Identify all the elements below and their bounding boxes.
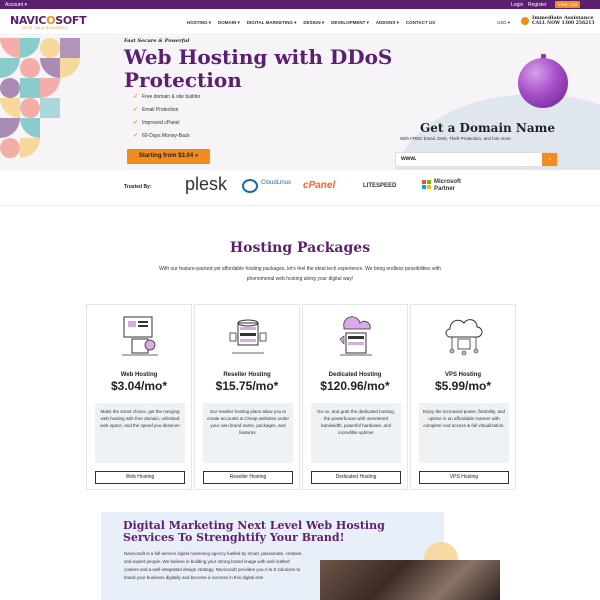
nav-contact-us[interactable]: CONTACT US (406, 20, 435, 26)
domain-search-input[interactable]: www. (395, 152, 558, 167)
marketing-title: Digital Marketing Next Level Web Hosting… (123, 519, 385, 544)
hero-kicker: Fast Secure & Powerful (124, 38, 190, 44)
check-icon: ✓ (133, 107, 139, 113)
package-price: $5.99/mo* (434, 379, 492, 393)
package-name: Dedicated Hosting (328, 372, 382, 378)
package-description: Enjoy the increased power, flexibility, … (419, 403, 509, 463)
phone-icon (521, 17, 529, 25)
vps-hosting-illustration-icon (445, 319, 483, 356)
packages-description: With our feature-packed yet affordable h… (159, 266, 441, 282)
trusted-by-label: Trusted By: (124, 184, 152, 190)
package-card-dedicated: Dedicated Hosting $120.96/mo* Go on, and… (302, 304, 408, 490)
domain-search-subtitle: With FREE Email, DNS, Theft Protection, … (400, 136, 511, 141)
package-name: Reseller Hosting (223, 372, 271, 378)
package-description: Make the smart choice, get the merging w… (95, 403, 185, 463)
trusted-by-bar: Trusted By: plesk CloudLinux cPanel LITE… (0, 170, 600, 206)
microsoft-icon (422, 180, 431, 189)
feature-item: ✓ Improved cPanel (133, 120, 180, 126)
reseller-hosting-button[interactable]: Reseller Hosting (203, 471, 293, 484)
microsoft-partner-logo: Microsoft Partner (434, 179, 461, 192)
package-name: VPS Hosting (444, 372, 481, 378)
plesk-logo: plesk (185, 174, 228, 194)
package-description: Our reseller hosting plans allow you to … (203, 403, 293, 463)
packages-title: Hosting Packages (229, 240, 371, 256)
digital-marketing-agency-link[interactable]: digital marketing agency (177, 551, 226, 556)
package-card-reseller: Reseller Hosting $15.75/mo* Our reseller… (194, 304, 300, 490)
hero-title: Web Hosting with DDoS Protection (124, 45, 393, 92)
currency-select[interactable]: USD ▾ (497, 20, 510, 26)
nav-domain[interactable]: DOMAIN ▾ (218, 20, 240, 26)
dedicated-hosting-button[interactable]: Dedicated Hosting (311, 471, 401, 484)
dedicated-hosting-illustration-icon (339, 316, 372, 356)
account-menu[interactable]: Account ▾ (5, 2, 27, 8)
package-name: Web Hosting (120, 372, 158, 378)
web-hosting-illustration-icon (122, 316, 158, 356)
package-cards: Web Hosting $3.04/mo* Make the smart cho… (86, 304, 518, 490)
litespeed-logo: LITESPEED (363, 183, 397, 189)
domain-search-button[interactable]: › (542, 153, 557, 166)
package-price: $3.04/mo* (110, 379, 168, 393)
team-photo (320, 560, 500, 600)
package-price: $120.96/mo* (320, 379, 390, 393)
package-card-vps: VPS Hosting $5.99/mo* Enjoy the increase… (410, 304, 516, 490)
check-icon: ✓ (133, 133, 139, 139)
decorative-pattern (0, 38, 80, 158)
domain-search-title: Get a Domain Name (420, 121, 555, 135)
main-nav: HOSTING ▾ DOMAIN ▾ DIGITAL MARKETING ▾ D… (187, 20, 442, 26)
feature-item: ✓ Email Protection (133, 107, 179, 113)
cpanel-logo: cPanel (303, 180, 336, 191)
nav-digital-marketing[interactable]: DIGITAL MARKETING ▾ (247, 20, 297, 26)
site-header: NAVICOSOFT LETS TALK BUSINESS HOSTING ▾ … (0, 9, 600, 35)
cloudlinux-icon (242, 179, 258, 193)
package-description: Go on, and grab the dedicated hosting, t… (311, 403, 401, 463)
nav-hosting[interactable]: HOSTING ▾ (187, 20, 211, 26)
assist-phone[interactable]: CALL NOW 1300 256213 (532, 21, 595, 27)
cloudlinux-logo: CloudLinux (261, 180, 292, 186)
package-price: $15.75/mo* (215, 379, 279, 393)
hero-features: ✓ Free domain & site builder ✓ Email Prote… (133, 94, 200, 146)
feature-item: ✓ Free domain & site builder (133, 94, 201, 100)
nav-design[interactable]: DESIGN ▾ (303, 20, 324, 26)
top-bar: Account ▾ Login Register View Cart (0, 0, 600, 9)
assistance-block: Immediate Assistance CALL NOW 1300 25621… (532, 15, 595, 27)
check-icon: ✓ (133, 94, 139, 100)
register-link[interactable]: Register (528, 2, 547, 8)
purple-sphere-decoration (518, 58, 568, 108)
feature-item: ✓ 60-Days Money-Back (133, 133, 190, 139)
starting-from-button[interactable]: Starting from $3.04 » (127, 149, 210, 164)
reseller-hosting-illustration-icon (229, 319, 267, 354)
marketing-text: Navicosoft is a full-service digital mar… (124, 551, 303, 580)
login-link[interactable]: Login (511, 2, 523, 8)
vps-hosting-button[interactable]: VPS Hosting (419, 471, 509, 484)
logo-tagline: LETS TALK BUSINESS (22, 26, 68, 30)
web-hosting-button[interactable]: Web Hosting (95, 471, 185, 484)
nav-development[interactable]: DEVELOPMENT ▾ (331, 20, 369, 26)
hero-section: Fast Secure & Powerful Web Hosting with … (0, 36, 600, 170)
nav-addons[interactable]: ADDONS ▾ (376, 20, 399, 26)
check-icon: ✓ (133, 120, 139, 126)
view-cart-button[interactable]: View Cart (555, 1, 580, 8)
package-card-web: Web Hosting $3.04/mo* Make the smart cho… (86, 304, 192, 490)
